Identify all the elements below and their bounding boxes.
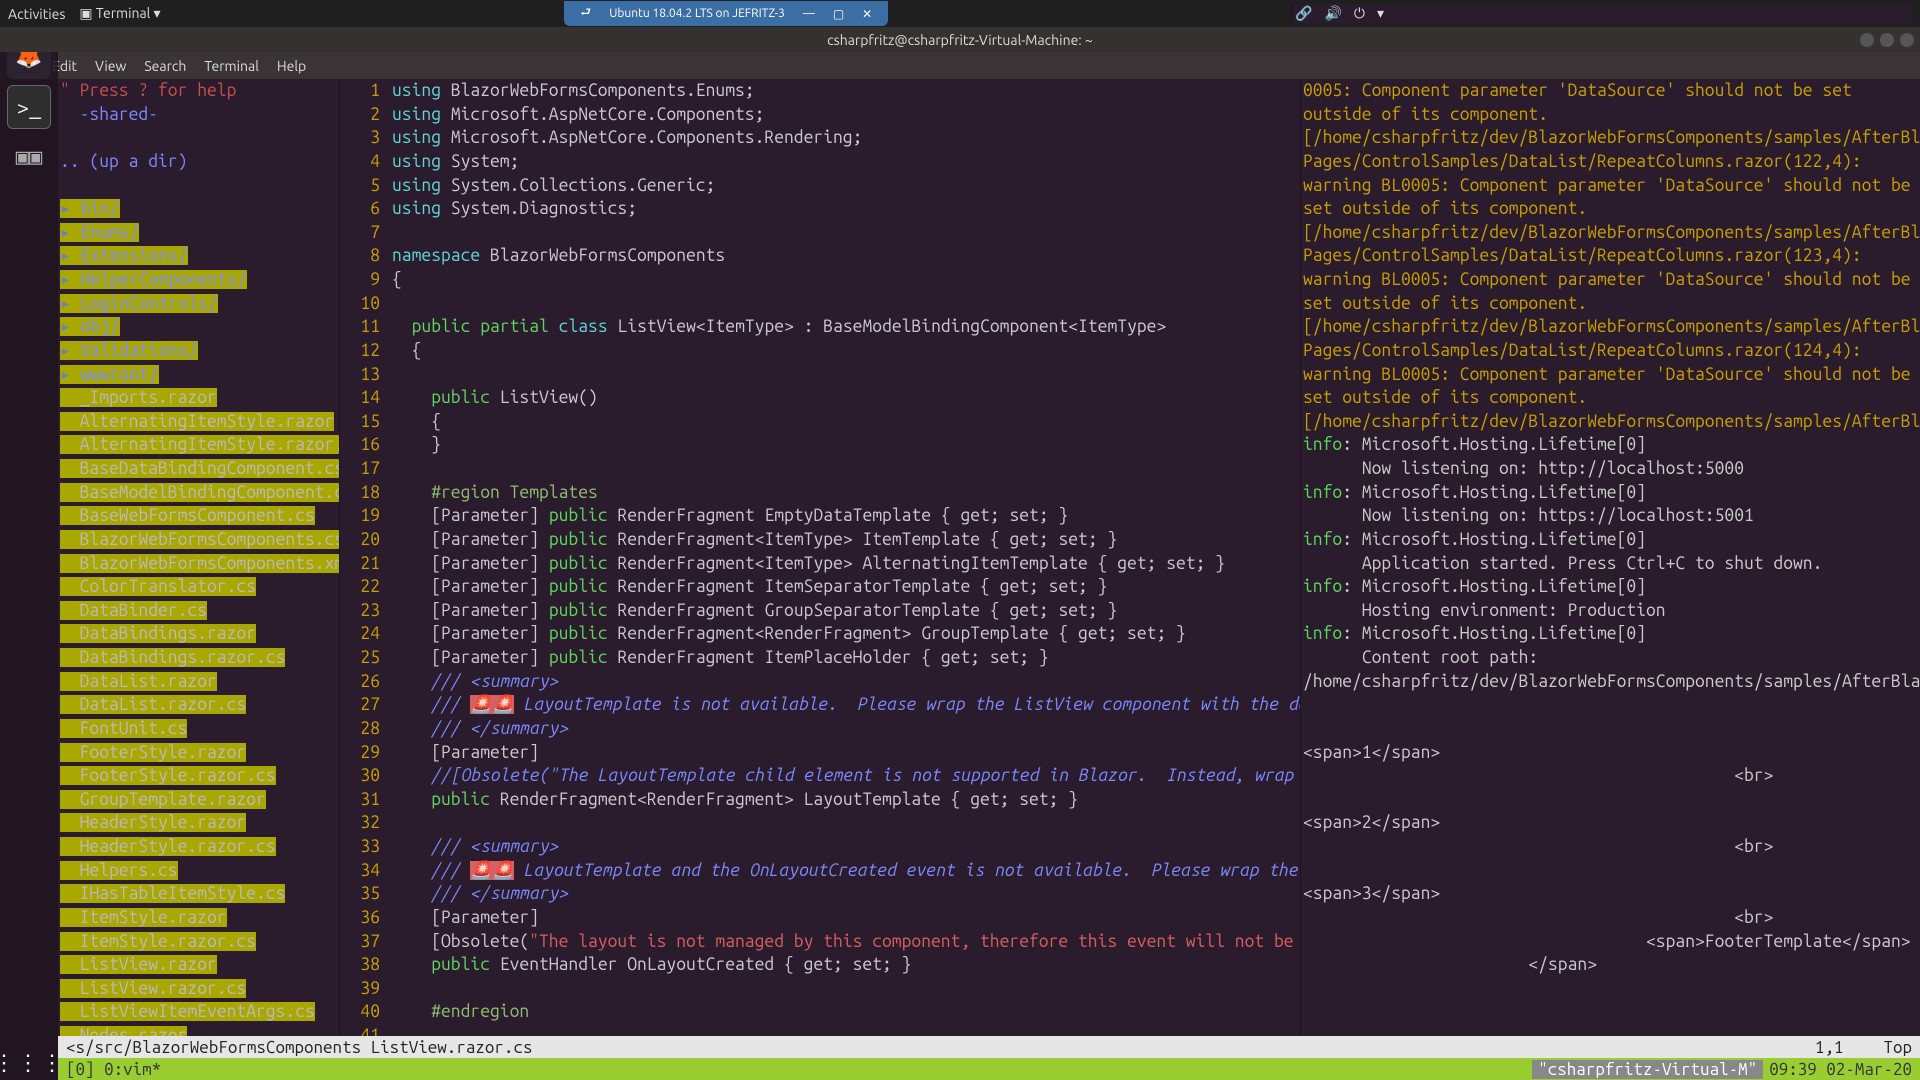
maximize-button[interactable]: [1880, 33, 1894, 47]
menu-terminal[interactable]: Terminal: [204, 58, 259, 74]
vim-statusline: <s/src/BlazorWebFormsComponents ListView…: [58, 1036, 1920, 1058]
tmux-statusline: [0] 0:vim* "csharpfritz-Virtual-M" 09:39…: [58, 1058, 1920, 1080]
vm-minimize-icon[interactable]: —: [803, 7, 815, 20]
activities-button[interactable]: Activities: [8, 6, 65, 22]
apps-grid-icon[interactable]: ⋮⋮⋮: [0, 1050, 65, 1076]
code-editor[interactable]: using BlazorWebFormsComponents.Enums; us…: [388, 79, 1300, 1036]
menu-search[interactable]: Search: [144, 58, 186, 74]
windows-icon[interactable]: ▣▣: [7, 135, 51, 179]
vm-banner: ⮐ Ubuntu 18.04.2 LTS on JEFRITZ-3 — ▢ ✕: [564, 1, 888, 26]
vm-maximize-icon[interactable]: ▢: [833, 7, 844, 21]
network-icon[interactable]: 🔗: [1295, 4, 1312, 23]
window-titlebar: csharpfritz@csharpfritz-Virtual-Machine:…: [0, 27, 1920, 52]
nerdtree[interactable]: " Press ? for help -shared- .. (up a dir…: [58, 79, 340, 1036]
minimize-button[interactable]: [1860, 33, 1874, 47]
menu-help[interactable]: Help: [277, 58, 306, 74]
menu-view[interactable]: View: [95, 58, 126, 74]
volume-icon[interactable]: 🔊: [1324, 4, 1341, 23]
app-menu-terminal[interactable]: ▣ Terminal ▾: [79, 5, 160, 22]
window-title: csharpfritz@csharpfritz-Virtual-Machine:…: [827, 32, 1093, 48]
dropdown-icon[interactable]: ▾: [1377, 4, 1384, 23]
vm-close-icon[interactable]: ✕: [862, 7, 872, 21]
ctrl-alt-icon[interactable]: ⮐: [580, 3, 591, 24]
terminal-icon[interactable]: >_: [7, 85, 51, 129]
build-output[interactable]: 0005: Component parameter 'DataSource' s…: [1300, 79, 1920, 1036]
launcher: 🦊 >_ ▣▣ ⋮⋮⋮: [0, 27, 58, 1080]
line-gutter: 1 2 3 4 5 6 7 8 9 10 11 12 13 14 15 16 1…: [340, 79, 388, 1036]
menu-bar: File Edit View Search Terminal Help: [0, 52, 1920, 79]
power-icon[interactable]: ⏻: [1354, 4, 1365, 23]
close-button[interactable]: [1900, 33, 1914, 47]
